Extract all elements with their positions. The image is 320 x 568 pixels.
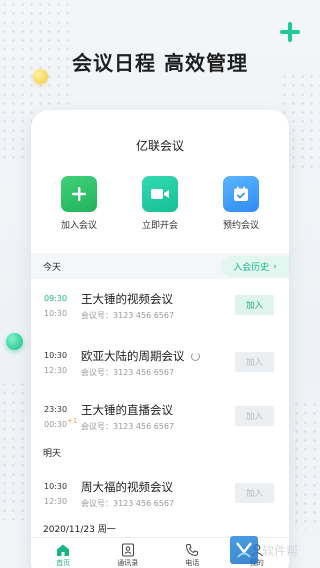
schedule-meeting-button[interactable]: 预约会议	[210, 176, 272, 231]
decor-plus-icon	[280, 22, 300, 42]
join-meeting-label: 加入会议	[60, 221, 97, 231]
home-icon	[56, 542, 70, 556]
meeting-name: 王大锤的直播会议	[81, 403, 173, 417]
decor-dots	[292, 400, 320, 530]
join-meeting-button[interactable]: 加入会议	[48, 176, 110, 231]
meeting-start-time: 10:30	[44, 351, 68, 360]
schedule-meeting-label: 预约会议	[222, 221, 259, 231]
watermark: 软件帮	[230, 535, 316, 565]
watermark-text: 软件帮	[262, 543, 299, 558]
promo-headline: 会议日程 高效管理	[72, 51, 248, 75]
calendar-check-icon	[223, 176, 259, 212]
plus-icon	[61, 176, 97, 212]
meeting-number: 会议号：3123 456 6567	[81, 311, 175, 320]
tab-phone[interactable]: 电话	[160, 538, 225, 568]
meeting-item[interactable]: 10:30 12:30 欧亚大陆的周期会议 会议号：3123 456 6567 …	[31, 341, 289, 395]
meeting-item[interactable]: 09:30 10:30 王大锤的视频会议 会议号：3123 456 6567 加…	[31, 284, 289, 338]
join-button[interactable]: 加入	[235, 295, 274, 315]
tab-home-label: 首页	[56, 559, 71, 567]
quick-actions: 加入会议 立即开会 预约会议	[31, 176, 289, 231]
tab-contacts[interactable]: 通讯录	[96, 538, 161, 568]
video-camera-icon	[142, 176, 178, 212]
section-today: 今天 入会历史 ›	[31, 253, 289, 279]
recurring-icon	[190, 352, 200, 361]
section-tomorrow-title: 明天	[43, 449, 62, 459]
section-today-title: 今天	[43, 263, 62, 273]
meeting-name: 周大福的视频会议	[81, 480, 173, 494]
meeting-number: 会议号：3123 456 6567	[81, 422, 175, 431]
app-title: 亿联会议	[135, 139, 184, 153]
chevron-right-icon: ›	[273, 261, 277, 272]
tab-home[interactable]: 首页	[31, 538, 96, 568]
decor-green-ball	[6, 333, 23, 350]
decor-dots	[0, 380, 26, 520]
start-meeting-label: 立即开会	[141, 221, 178, 231]
join-button[interactable]: 加入	[235, 483, 274, 503]
join-button[interactable]: 加入	[235, 352, 274, 372]
meeting-name: 欧亚大陆的周期会议	[81, 349, 185, 363]
tab-phone-label: 电话	[185, 559, 200, 567]
meeting-name-row: 欧亚大陆的周期会议	[81, 348, 200, 364]
meeting-start-time: 10:30	[44, 482, 68, 491]
join-button[interactable]: 加入	[235, 406, 274, 426]
meeting-number: 会议号：3123 456 6567	[81, 368, 175, 377]
meeting-name: 王大锤的视频会议	[81, 292, 173, 306]
meeting-end-time: 10:30	[44, 309, 68, 318]
meeting-number: 会议号：3123 456 6567	[81, 499, 175, 508]
next-day-badge: +1	[67, 417, 78, 425]
meeting-history-button[interactable]: 入会历史 ›	[221, 256, 289, 277]
watermark-logo-icon	[230, 536, 258, 564]
meeting-end-time: 12:30	[44, 497, 68, 506]
meeting-end-time: 00:30	[44, 420, 68, 429]
meeting-end-time: 12:30	[44, 366, 68, 375]
meeting-item[interactable]: 10:30 12:30 周大福的视频会议 会议号：3123 456 6567 加…	[31, 472, 289, 526]
contacts-icon	[121, 542, 135, 557]
start-meeting-button[interactable]: 立即开会	[129, 176, 191, 231]
tab-contacts-label: 通讯录	[117, 559, 139, 567]
meeting-start-time: 23:30	[44, 405, 68, 414]
section-date-title: 2020/11/23 周一	[43, 525, 116, 535]
meeting-history-label: 入会历史	[233, 263, 270, 273]
phone-screen: 亿联会议 加入会议 立即开会 预约会议 今天 入会历史 › 09:30 10:3…	[31, 110, 289, 568]
phone-icon	[185, 542, 199, 557]
meeting-start-time: 09:30	[44, 294, 68, 303]
meeting-item[interactable]: 23:30 00:30 +1 王大锤的直播会议 会议号：3123 456 656…	[31, 395, 289, 449]
